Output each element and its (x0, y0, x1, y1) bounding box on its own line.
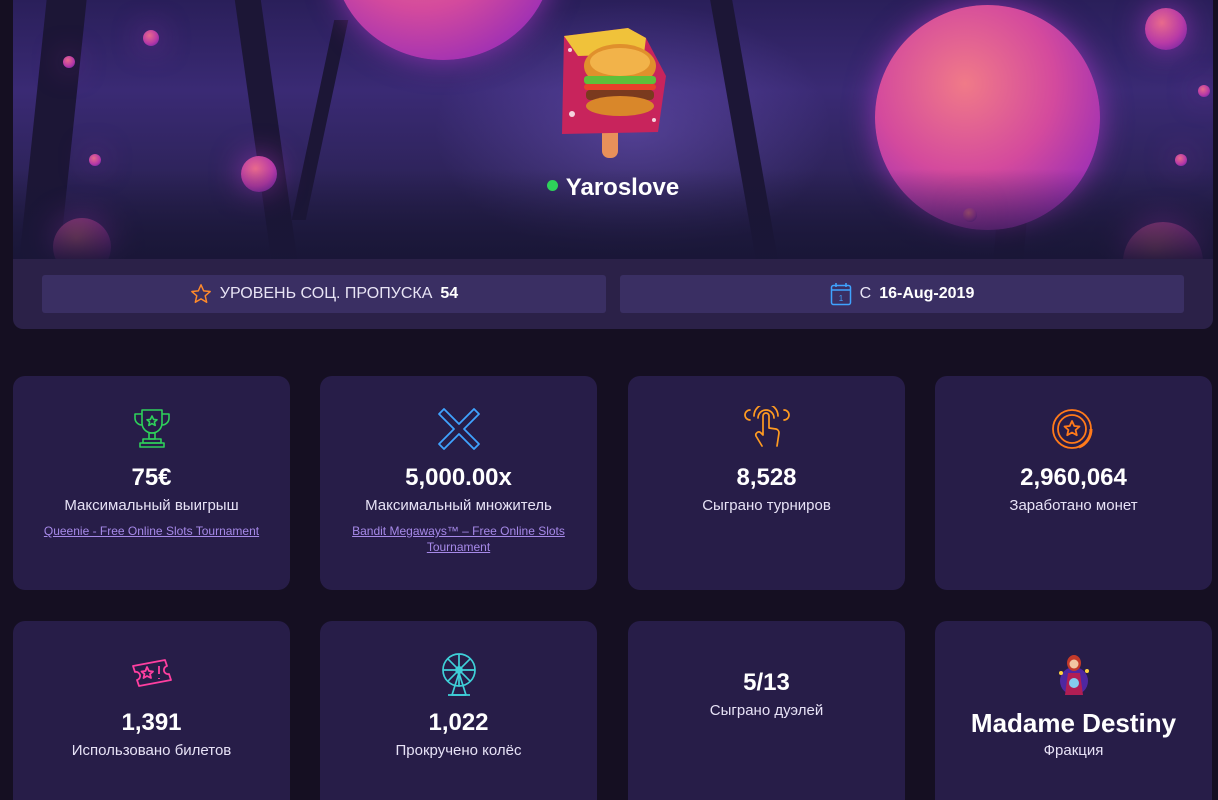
max-win-value: 75€ (131, 464, 172, 491)
user-avatar[interactable] (558, 14, 670, 160)
max-win-label: Максимальный выигрыш (64, 497, 239, 514)
faction-avatar-icon (1054, 651, 1094, 697)
stat-card-tournaments: 8,528 Сыграно турниров (628, 376, 905, 590)
calendar-day: 1 (838, 294, 843, 303)
ticket-icon (129, 651, 175, 697)
tournaments-label: Сыграно турниров (702, 497, 831, 514)
wheels-label: Прокручено колёс (395, 742, 522, 759)
stat-card-max-multiplier: 5,000.00x Максимальный множитель Bandit … (320, 376, 597, 590)
coins-value: 2,960,064 (1020, 464, 1127, 491)
tap-hand-icon (743, 406, 790, 452)
battle-pass-level: УРОВЕНЬ СОЦ. ПРОПУСКА 54 (42, 275, 606, 313)
username: Yaroslove (565, 174, 680, 201)
max-multiplier-label: Максимальный множитель (365, 497, 552, 514)
online-status-dot (546, 180, 558, 191)
member-since: 1 С 16-Aug-2019 (620, 275, 1184, 313)
stat-card-tickets: 1,391 Использовано билетов (13, 621, 290, 800)
max-multiplier-value: 5,000.00x (405, 464, 512, 491)
wheels-value: 1,022 (428, 709, 489, 736)
stat-card-coins: 2,960,064 Заработано монет (935, 376, 1212, 590)
trophy-icon (132, 406, 172, 452)
calendar-icon: 1 (830, 282, 852, 306)
battle-pass-value: 54 (440, 285, 459, 302)
ferris-wheel-icon (436, 651, 482, 697)
star-outline-icon (190, 283, 212, 305)
battle-pass-label: УРОВЕНЬ СОЦ. ПРОПУСКА (219, 285, 433, 302)
duels-label: Сыграно дуэлей (709, 702, 824, 719)
tickets-label: Использовано билетов (71, 742, 232, 759)
stat-card-duels: 5/13 Сыграно дуэлей (628, 621, 905, 800)
faction-value: Madame Destiny (970, 708, 1177, 738)
multiplier-x-icon (436, 406, 482, 452)
stat-card-faction: Madame Destiny Фракция (935, 621, 1212, 800)
username-row: Yaroslove (13, 174, 1213, 202)
coin-star-icon (1051, 406, 1097, 452)
coins-label: Заработано монет (1009, 497, 1138, 514)
tournaments-value: 8,528 (736, 464, 797, 491)
since-label: С (859, 285, 872, 302)
since-date: 16-Aug-2019 (879, 285, 975, 302)
duels-value: 5/13 (743, 669, 790, 696)
stat-card-wheels: 1,022 Прокручено колёс (320, 621, 597, 800)
max-win-tournament-link[interactable]: Queenie - Free Online Slots Tournament (14, 523, 289, 539)
max-multiplier-tournament-link[interactable]: Bandit Megaways™ – Free Online Slots Tou… (320, 523, 597, 555)
profile-banner: Yaroslove (13, 0, 1213, 259)
profile-card: Yaroslove УРОВЕНЬ СОЦ. ПРОПУСКА 54 1 С 1… (13, 0, 1213, 329)
faction-label: Фракция (1043, 742, 1104, 759)
stat-card-max-win: 75€ Максимальный выигрыш Queenie - Free … (13, 376, 290, 590)
tickets-value: 1,391 (121, 709, 182, 736)
